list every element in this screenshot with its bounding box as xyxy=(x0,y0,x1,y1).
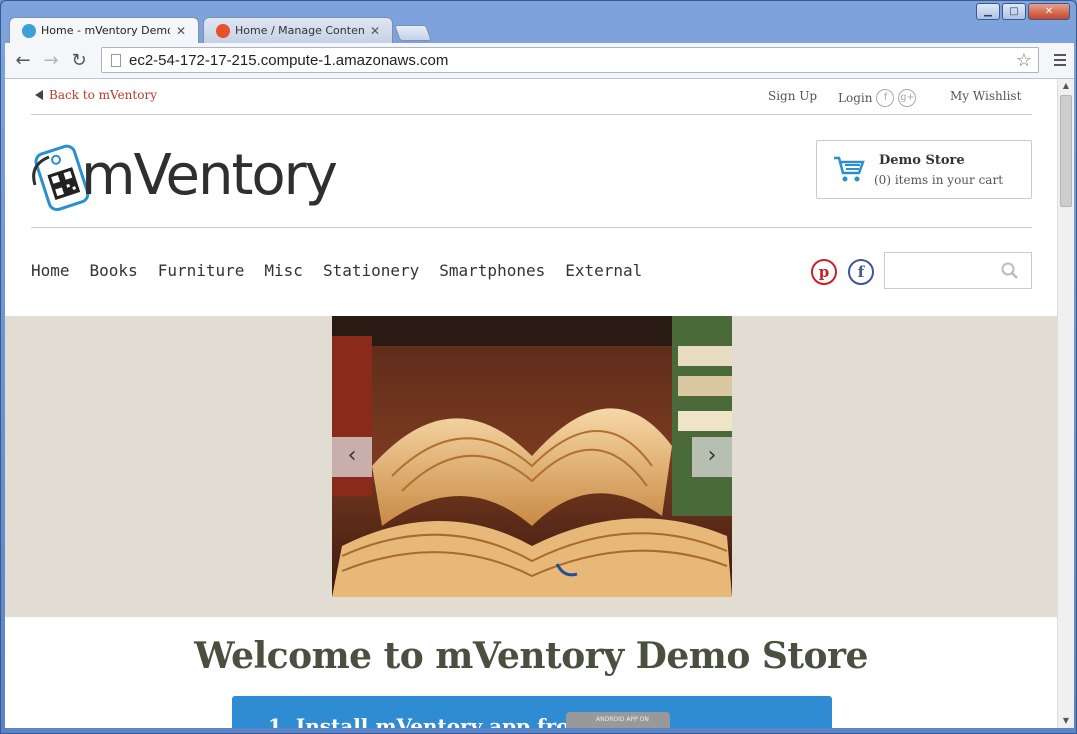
banner-text: 1. Install mVentory app from xyxy=(268,714,591,728)
scroll-up-arrow-icon[interactable]: ▲ xyxy=(1058,79,1074,93)
pinterest-icon[interactable]: p xyxy=(811,259,837,285)
nav-item-books[interactable]: Books xyxy=(90,261,138,280)
tab-close-icon[interactable]: ✕ xyxy=(368,24,382,38)
open-books-image xyxy=(332,316,732,597)
search-input[interactable] xyxy=(884,252,1032,289)
slide-image-open-books: ‹ › xyxy=(332,316,732,597)
new-tab-button[interactable] xyxy=(394,25,432,41)
mini-cart[interactable]: Demo Store (0) items in your cart xyxy=(816,140,1032,199)
minimize-button[interactable]: ▁ xyxy=(976,3,1000,20)
nav-item-furniture[interactable]: Furniture xyxy=(158,261,245,280)
slider-prev-button[interactable]: ‹ xyxy=(332,437,372,477)
browser-toolbar: ← → ↻ ec2-54-172-17-215.compute-1.amazon… xyxy=(5,43,1074,79)
address-bar[interactable]: ec2-54-172-17-215.compute-1.amazonaws.co… xyxy=(101,47,1039,73)
logo-wordmark: mVentory xyxy=(81,143,338,208)
tab-strip: Home - mVentory Demo ✕ Home / Manage Con… xyxy=(9,17,432,43)
facebook-icon[interactable]: f xyxy=(848,259,874,285)
magento-favicon-icon xyxy=(216,23,230,38)
nav-item-stationery[interactable]: Stationery xyxy=(323,261,419,280)
header-divider xyxy=(31,227,1032,228)
tab-title: Home - mVentory Demo xyxy=(41,24,170,37)
menu-icon[interactable] xyxy=(1052,51,1068,69)
reload-icon[interactable]: ↻ xyxy=(65,47,93,75)
url-text[interactable]: ec2-54-172-17-215.compute-1.amazonaws.co… xyxy=(129,52,1016,69)
tab-title: Home / Manage Content / Pa xyxy=(235,24,364,37)
mventory-logo[interactable]: mVentory xyxy=(31,135,338,215)
window-controls: ▁ □ ✕ xyxy=(976,3,1070,20)
mventory-favicon-icon xyxy=(22,23,36,38)
bookmark-star-icon[interactable]: ☆ xyxy=(1016,50,1032,71)
browser-window: ▁ □ ✕ Home - mVentory Demo ✕ Home / Mana… xyxy=(0,0,1077,734)
maximize-button[interactable]: □ xyxy=(1002,3,1026,20)
back-to-mventory-link[interactable]: Back to mVentory xyxy=(35,88,157,102)
cart-items-count: (0) items in your cart xyxy=(874,173,1004,187)
nav-item-misc[interactable]: Misc xyxy=(264,261,303,280)
google-plus-login-icon[interactable]: g+ xyxy=(898,89,917,107)
tab-home-mventory[interactable]: Home - mVentory Demo ✕ xyxy=(9,17,199,43)
google-play-badge[interactable]: ANDROID APP ON xyxy=(566,712,670,728)
page-icon xyxy=(111,53,121,67)
scroll-down-arrow-icon[interactable]: ▼ xyxy=(1058,714,1074,728)
slider-next-button[interactable]: › xyxy=(692,437,732,477)
facebook-login-icon[interactable]: f xyxy=(876,89,895,107)
page-viewport: Back to mVentory Sign Up Login f g+ My W… xyxy=(5,79,1057,728)
nav-item-home[interactable]: Home xyxy=(31,261,70,280)
top-links-bar: Back to mVentory Sign Up Login f g+ My W… xyxy=(31,79,1032,115)
tab-close-icon[interactable]: ✕ xyxy=(174,24,188,38)
login-link[interactable]: Login xyxy=(838,91,872,105)
hero-slider: ‹ › xyxy=(5,316,1057,617)
sign-up-link[interactable]: Sign Up xyxy=(768,89,817,103)
main-content: Welcome to mVentory Demo Store 1. Instal… xyxy=(5,617,1057,728)
scroll-thumb[interactable] xyxy=(1060,95,1072,207)
install-app-banner: 1. Install mVentory app from ANDROID APP… xyxy=(232,696,832,728)
page-scrollbar[interactable]: ▲ ▼ xyxy=(1057,79,1074,728)
wishlist-link[interactable]: My Wishlist xyxy=(950,89,1021,103)
google-play-badge-label: ANDROID APP ON xyxy=(596,716,649,723)
nav-item-external[interactable]: External xyxy=(565,261,642,280)
forward-arrow-icon[interactable]: → xyxy=(37,47,65,75)
back-arrow-icon[interactable]: ← xyxy=(9,47,37,75)
shopping-cart-icon xyxy=(834,156,865,182)
search-icon[interactable] xyxy=(1001,262,1019,280)
cart-store-name: Demo Store xyxy=(879,153,965,168)
welcome-heading: Welcome to mVentory Demo Store xyxy=(194,635,868,677)
main-nav: Home Books Furniture Misc Stationery Sma… xyxy=(31,261,662,280)
login-group: Login f g+ xyxy=(838,89,917,107)
nav-item-smartphones[interactable]: Smartphones xyxy=(439,261,545,280)
back-link-label: Back to mVentory xyxy=(49,88,157,102)
close-window-button[interactable]: ✕ xyxy=(1028,3,1070,20)
tab-manage-content[interactable]: Home / Manage Content / Pa ✕ xyxy=(203,17,393,43)
back-triangle-icon xyxy=(35,90,43,100)
